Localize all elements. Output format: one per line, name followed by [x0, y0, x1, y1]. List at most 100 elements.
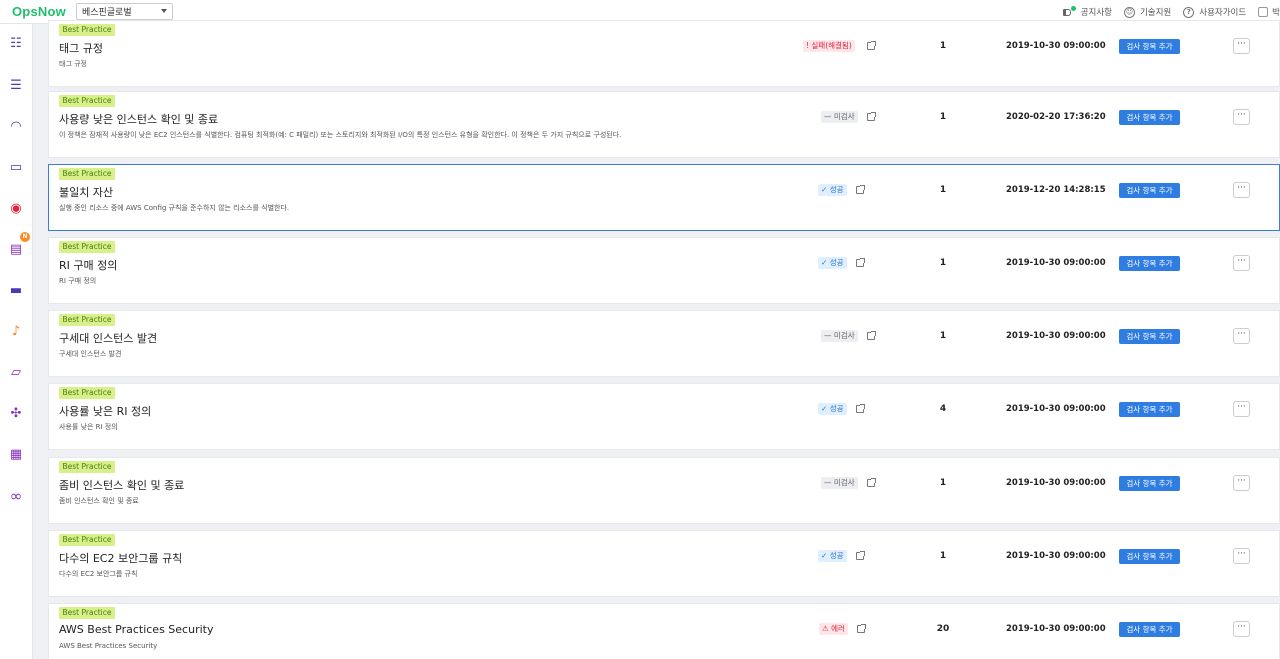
guide-link[interactable]: ? 사용자가이드 [1183, 6, 1246, 18]
status-icon: ✓ [821, 404, 828, 413]
table-row[interactable]: Best Practice RI 구매 정의 RI 구매 정의 ✓ 성공 1 2019-1… [48, 237, 1280, 304]
status-label: 미검사 [833, 331, 855, 340]
broadcast-icon[interactable]: ◉ [8, 201, 24, 217]
policy-title[interactable]: 태그 규정 [59, 40, 103, 56]
best-practice-tag: Best Practice [59, 461, 115, 473]
more-options-button[interactable]: ··· [1233, 109, 1250, 125]
add-check-item-button[interactable]: 검사 항목 추가 [1119, 476, 1180, 491]
checked-date: 2019-10-30 09:00:00 [1006, 331, 1106, 341]
policy-description: 다수의 EC2 보안그룹 규칙 [59, 570, 138, 578]
status-label: 실패(해결됨) [811, 41, 852, 50]
resource-count: 1 [939, 551, 947, 561]
more-options-button[interactable]: ··· [1233, 38, 1250, 54]
external-link-icon[interactable] [867, 331, 876, 340]
bell-icon[interactable]: ♪ [8, 324, 24, 340]
table-row[interactable]: Best Practice 사용량 낮은 인스턴스 확인 및 종료 이 정책은 잠재… [48, 91, 1280, 158]
status-label: 성공 [829, 404, 844, 413]
table-row[interactable]: Best Practice 불일치 자산 실행 중인 리소스 중에 AWS Conf… [48, 164, 1280, 231]
monitor-check-icon[interactable]: ▭ [8, 160, 24, 176]
policy-title[interactable]: RI 구매 정의 [59, 257, 117, 273]
more-options-button[interactable]: ··· [1233, 475, 1250, 491]
add-check-item-button[interactable]: 검사 항목 추가 [1119, 39, 1180, 54]
policy-title[interactable]: 불일치 자산 [59, 184, 113, 200]
more-options-button[interactable]: ··· [1233, 548, 1250, 564]
add-check-item-button[interactable]: 검사 항목 추가 [1119, 183, 1180, 198]
external-link-icon[interactable] [856, 185, 865, 194]
policy-title[interactable]: AWS Best Practices Security [59, 623, 213, 636]
more-options-button[interactable]: ··· [1233, 182, 1250, 198]
more-options-button[interactable]: ··· [1233, 255, 1250, 271]
message-icon[interactable]: ▤ [8, 242, 24, 258]
status-badge: — 미검사 [821, 330, 858, 342]
list-icon[interactable]: ☰ [8, 78, 24, 94]
more-options-button[interactable]: ··· [1233, 621, 1250, 637]
resource-count: 1 [939, 112, 947, 122]
best-practice-tag: Best Practice [59, 534, 115, 546]
checked-date: 2019-10-30 09:00:00 [1006, 478, 1106, 488]
user-icon [1258, 7, 1269, 17]
external-link-icon[interactable] [867, 112, 876, 121]
more-options-button[interactable]: ··· [1233, 328, 1250, 344]
status-label: 에러 [831, 624, 845, 633]
table-row[interactable]: Best Practice 다수의 EC2 보안그룹 규칙 다수의 EC2 보안그룹… [48, 530, 1280, 597]
screen-cursor-icon[interactable]: ▱ [8, 365, 24, 381]
add-check-item-button[interactable]: 검사 항목 추가 [1119, 402, 1180, 417]
policy-description: 사용률 낮은 RI 정의 [59, 423, 118, 431]
status-label: 성공 [829, 258, 844, 267]
laptop-icon[interactable]: ▬ [8, 283, 24, 299]
status-label: 성공 [829, 551, 844, 560]
add-check-item-button[interactable]: 검사 항목 추가 [1119, 549, 1180, 564]
infinity-icon[interactable]: ∞ [8, 488, 24, 504]
add-check-item-button[interactable]: 검사 항목 추가 [1119, 622, 1180, 637]
external-link-icon[interactable] [856, 551, 865, 560]
table-row[interactable]: Best Practice 태그 규정 태그 규정! 실패(해결됨) 1 2019-10… [48, 20, 1280, 87]
support-link[interactable]: ☺ 기술지원 [1123, 6, 1171, 18]
arrows-icon[interactable]: ✣ [8, 406, 24, 422]
guide-label: 사용자가이드 [1199, 8, 1247, 18]
table-row[interactable]: Best Practice 좀비 인스턴스 확인 및 종료 좀비 인스턴스 확인 및… [48, 457, 1280, 524]
policy-title[interactable]: 좀비 인스턴스 확인 및 종료 [59, 477, 184, 493]
status-icon: — [824, 112, 832, 121]
policy-title[interactable]: 다수의 EC2 보안그룹 규칙 [59, 550, 182, 566]
policy-title[interactable]: 사용량 낮은 인스턴스 확인 및 종료 [59, 111, 218, 127]
server-icon[interactable]: ▦ [8, 447, 24, 463]
checked-date: 2019-10-30 09:00:00 [1006, 404, 1106, 414]
resource-count: 1 [939, 258, 947, 268]
add-check-item-button[interactable]: 검사 항목 추가 [1119, 110, 1180, 125]
best-practice-tag: Best Practice [59, 607, 115, 619]
policy-description: AWS Best Practices Security [59, 642, 158, 650]
external-link-icon[interactable] [856, 258, 865, 267]
opsnow-logo[interactable]: OpsNow [12, 4, 66, 19]
more-options-button[interactable]: ··· [1233, 401, 1250, 417]
status-badge: ! 실패(해결됨) [803, 40, 855, 52]
table-row[interactable]: Best Practice 사용률 낮은 RI 정의 사용률 낮은 RI 정의 ✓ 성… [48, 383, 1280, 450]
workspace-select[interactable]: 베스핀글로벌 [75, 3, 173, 20]
table-row[interactable]: Best Practice 구세대 인스턴스 발견 구세대 인스턴스 발견 — 미검사… [48, 310, 1280, 377]
status-icon: — [824, 331, 832, 340]
best-practice-tag: Best Practice [59, 168, 115, 180]
resource-count: 1 [939, 478, 947, 488]
new-badge: N [20, 232, 30, 242]
notice-link[interactable]: 공지사항 [1062, 5, 1112, 18]
megaphone-icon [1062, 5, 1076, 18]
policy-title[interactable]: 사용률 낮은 RI 정의 [59, 403, 151, 419]
policy-description: 좀비 인스턴스 확인 및 종료 [59, 497, 139, 505]
external-link-icon[interactable] [867, 41, 876, 50]
status-badge: ✓ 성공 [818, 184, 847, 196]
best-practice-tag: Best Practice [59, 387, 115, 399]
external-link-icon[interactable] [857, 624, 866, 633]
external-link-icon[interactable] [856, 404, 865, 413]
dashboard-icon[interactable]: ☷ [8, 36, 24, 52]
external-link-icon[interactable] [867, 478, 876, 487]
gauge-icon[interactable]: ◠ [8, 119, 24, 135]
add-check-item-button[interactable]: 검사 항목 추가 [1119, 329, 1180, 344]
resource-count: 1 [939, 41, 947, 51]
policy-description: RI 구매 정의 [59, 277, 97, 285]
status-icon: ✓ [821, 258, 828, 267]
checked-date: 2020-02-20 17:36:20 [1006, 112, 1106, 122]
add-check-item-button[interactable]: 검사 항목 추가 [1119, 256, 1180, 271]
sidebar: ☷ ☰ ◠ ▭ ◉ ▤ N ▬ ♪ ▱ ✣ ▦ ∞ [0, 24, 33, 659]
user-menu[interactable]: 박 [1258, 6, 1280, 18]
table-row[interactable]: Best Practice AWS Best Practices Security… [48, 603, 1280, 659]
policy-title[interactable]: 구세대 인스턴스 발견 [59, 330, 157, 346]
